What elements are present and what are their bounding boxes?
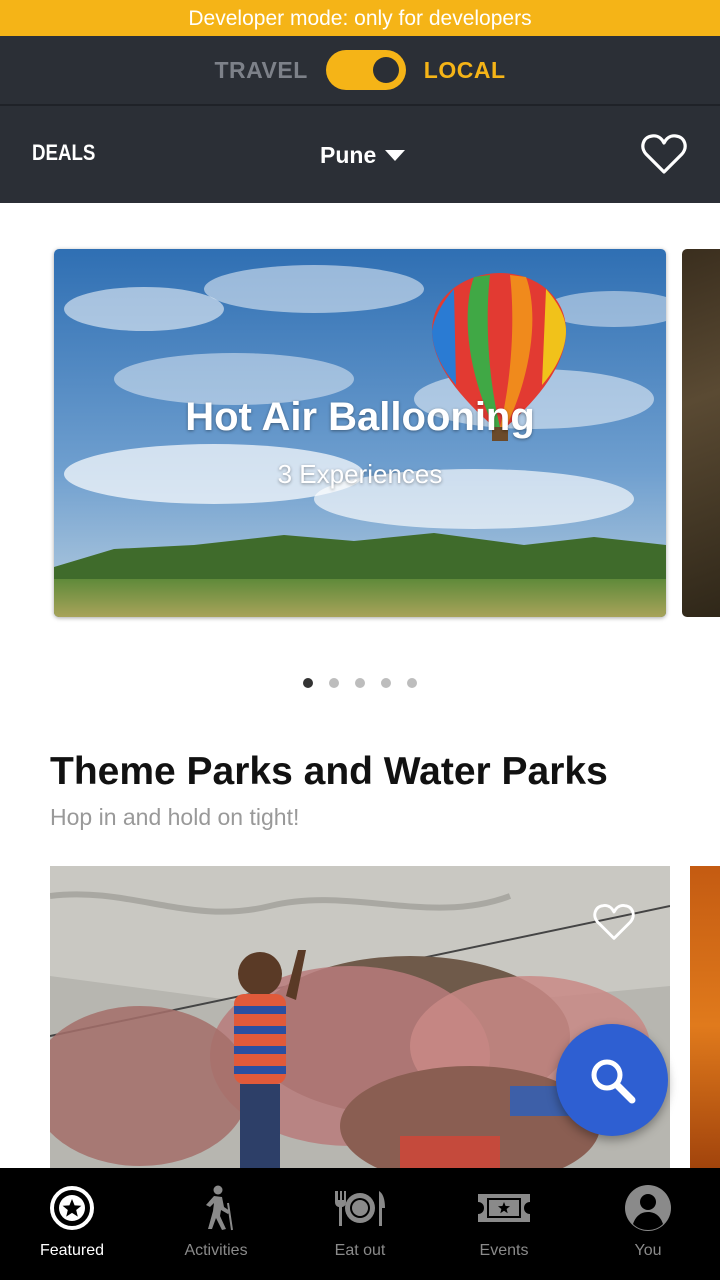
ticket-icon <box>476 1184 532 1232</box>
experience-card[interactable] <box>50 866 670 1186</box>
top-navbar: DEALS Pune <box>0 106 720 203</box>
deals-button[interactable]: DEALS <box>32 140 95 166</box>
tab-label: Events <box>479 1242 529 1259</box>
featured-star-icon <box>44 1184 100 1232</box>
mode-switch-bar: TRAVEL LOCAL <box>0 36 720 104</box>
search-icon <box>591 1059 636 1104</box>
caret-down-icon <box>385 150 406 161</box>
pagination-dot[interactable] <box>407 678 417 688</box>
toggle-knob <box>372 57 399 83</box>
tab-activities[interactable]: Activities <box>144 1168 288 1280</box>
city-selector[interactable]: Pune <box>320 142 406 169</box>
favorite-heart-icon[interactable] <box>592 902 636 942</box>
tab-label: Activities <box>184 1242 248 1259</box>
pagination-dot[interactable] <box>355 678 365 688</box>
section-title: Theme Parks and Water Parks <box>50 750 608 793</box>
pagination-dot[interactable] <box>381 678 391 688</box>
tab-label: Eat out <box>334 1242 386 1259</box>
travel-mode-label[interactable]: TRAVEL <box>214 57 307 84</box>
hiker-icon <box>188 1184 244 1232</box>
tab-featured[interactable]: Featured <box>0 1168 144 1280</box>
next-experience-card[interactable] <box>690 866 720 1186</box>
carousel-subtitle: 3 Experiences <box>277 459 443 489</box>
featured-carousel-card[interactable]: Hot Air Ballooning 3 Experiences <box>54 249 666 617</box>
user-avatar-icon <box>620 1184 676 1232</box>
tab-label: Featured <box>39 1242 105 1259</box>
zipline-photo <box>50 866 670 1186</box>
tab-events[interactable]: Events <box>432 1168 576 1280</box>
tab-eat-out[interactable]: Eat out <box>288 1168 432 1280</box>
carousel-pagination <box>0 678 720 688</box>
bottom-tab-bar: Featured Activities Eat out Events You <box>0 1168 720 1280</box>
local-mode-label[interactable]: LOCAL <box>424 57 506 84</box>
section-subtitle: Hop in and hold on tight! <box>50 804 300 830</box>
search-button[interactable] <box>556 1024 668 1136</box>
carousel-title: Hot Air Ballooning <box>185 395 535 439</box>
developer-mode-banner: Developer mode: only for developers <box>0 0 720 36</box>
next-carousel-card[interactable] <box>682 249 720 617</box>
fork-plate-knife-icon <box>332 1184 388 1232</box>
travel-local-toggle[interactable] <box>325 50 406 90</box>
heart-icon[interactable] <box>640 132 688 176</box>
tab-label: You <box>634 1242 662 1259</box>
pagination-dot[interactable] <box>329 678 339 688</box>
tab-you[interactable]: You <box>576 1168 720 1280</box>
city-name: Pune <box>320 142 377 168</box>
pagination-dot[interactable] <box>303 678 313 688</box>
